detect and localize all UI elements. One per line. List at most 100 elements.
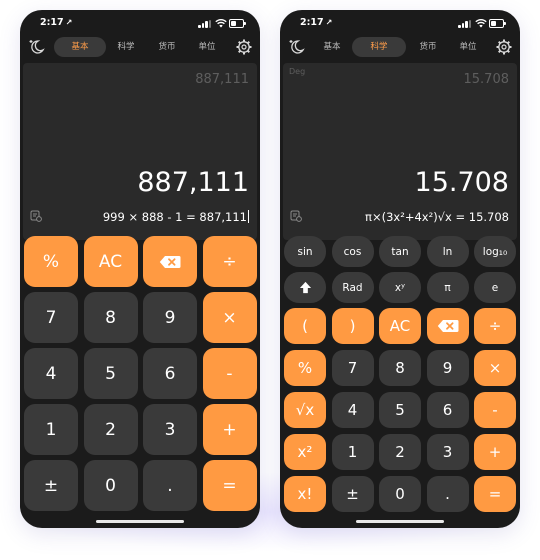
ln-key[interactable]: ln [426, 236, 469, 267]
digit-3-key[interactable]: 3 [426, 434, 469, 470]
digit-0-key[interactable]: 0 [83, 460, 138, 511]
tab-currency[interactable]: 货币 [412, 37, 444, 57]
tab-basic[interactable]: 基本 [316, 37, 348, 57]
theme-toggle-icon[interactable] [287, 37, 307, 57]
plus-key[interactable]: + [474, 434, 516, 470]
divide-key[interactable]: ÷ [474, 308, 516, 344]
status-bar: 2:17 ↗ [280, 17, 520, 31]
sin-key-label: sin [297, 245, 313, 258]
factorial-key-label: x! [297, 485, 313, 503]
all-clear-key[interactable]: AC [83, 236, 138, 287]
equals-key[interactable]: = [474, 476, 516, 512]
digit-9-key[interactable]: 9 [143, 292, 197, 343]
open-paren-key-label: ( [302, 317, 308, 335]
digit-3-key[interactable]: 3 [143, 404, 197, 455]
digit-5-key[interactable]: 5 [379, 392, 421, 428]
digit-1-key[interactable]: 1 [331, 434, 374, 470]
wifi-icon [475, 18, 487, 28]
equals-key-label: = [222, 475, 237, 496]
decimal-key[interactable]: . [426, 476, 469, 512]
sign-toggle-key[interactable]: ± [331, 476, 374, 512]
square-root-key[interactable]: √x [284, 392, 326, 428]
digit-7-key[interactable]: 7 [331, 350, 374, 386]
e-key[interactable]: e [474, 272, 516, 303]
settings-gear-icon[interactable] [494, 37, 514, 57]
equals-key-label: = [488, 485, 502, 503]
tab-basic[interactable]: 基本 [54, 37, 106, 57]
digit-6-key[interactable]: 6 [426, 392, 469, 428]
digit-8-key[interactable]: 8 [379, 350, 421, 386]
expression-line[interactable]: π×(3x²+4x²)√x = 15.708 [365, 210, 509, 224]
rad-key[interactable]: Rad [331, 272, 374, 303]
tab-currency[interactable]: 货币 [151, 37, 183, 57]
open-paren-key[interactable]: ( [284, 308, 326, 344]
battery-icon [229, 19, 246, 28]
factorial-key[interactable]: x! [284, 476, 326, 512]
tab-units[interactable]: 单位 [452, 37, 484, 57]
shift-arrow-icon [299, 281, 311, 294]
expression-line[interactable]: 999 × 888 - 1 = 887,111 [103, 210, 249, 224]
digit-6-key-label: 6 [164, 363, 176, 384]
multiply-key[interactable]: × [474, 350, 516, 386]
previous-result: 15.708 [463, 72, 510, 87]
log10-key[interactable]: log₁₀ [474, 236, 516, 267]
digit-3-key-label: 3 [164, 419, 176, 440]
percent-key-label: % [42, 251, 60, 272]
digit-4-key[interactable]: 4 [24, 348, 78, 399]
tab-scientific[interactable]: 科学 [110, 37, 142, 57]
digit-2-key[interactable]: 2 [379, 434, 421, 470]
plus-key-label: + [488, 443, 502, 461]
digit-0-key[interactable]: 0 [379, 476, 421, 512]
history-icon[interactable] [290, 210, 302, 222]
home-indicator [96, 520, 184, 523]
square-key[interactable]: x² [284, 434, 326, 470]
multiply-key[interactable]: × [202, 292, 257, 343]
percent-key[interactable]: % [284, 350, 326, 386]
settings-gear-icon[interactable] [234, 37, 254, 57]
all-clear-key[interactable]: AC [379, 308, 421, 344]
digit-9-key-label: 9 [442, 359, 453, 377]
tab-scientific[interactable]: 科学 [352, 37, 406, 57]
digit-4-key[interactable]: 4 [331, 392, 374, 428]
status-time: 2:17 ↗ [40, 17, 73, 28]
equals-key[interactable]: = [202, 460, 257, 511]
decimal-key-label: . [445, 485, 450, 503]
percent-key[interactable]: % [24, 236, 78, 287]
digit-7-key-label: 7 [45, 307, 57, 328]
digit-9-key[interactable]: 9 [426, 350, 469, 386]
close-paren-key-label: ) [349, 317, 356, 335]
theme-toggle-icon[interactable] [27, 37, 47, 57]
plus-key[interactable]: + [202, 404, 257, 455]
digit-5-key[interactable]: 5 [83, 348, 138, 399]
shift-key[interactable] [284, 272, 326, 303]
digit-7-key[interactable]: 7 [24, 292, 78, 343]
angle-mode-label: Deg [289, 67, 306, 76]
cos-key-label: cos [343, 245, 362, 258]
digit-8-key-label: 8 [105, 307, 116, 328]
tan-key[interactable]: tan [379, 236, 421, 267]
history-icon[interactable] [30, 210, 42, 222]
backspace-key[interactable] [426, 308, 469, 344]
minus-key[interactable]: - [202, 348, 257, 399]
pi-key[interactable]: π [426, 272, 469, 303]
location-icon: ↗ [65, 18, 73, 27]
minus-key[interactable]: - [474, 392, 516, 428]
tab-units[interactable]: 单位 [191, 37, 223, 57]
sign-toggle-key[interactable]: ± [24, 460, 78, 511]
status-time: 2:17 ↗ [300, 17, 333, 28]
close-paren-key[interactable]: ) [331, 308, 374, 344]
sin-key[interactable]: sin [284, 236, 326, 267]
cos-key[interactable]: cos [331, 236, 374, 267]
divide-key[interactable]: ÷ [202, 236, 257, 287]
power-key[interactable]: xʸ [379, 272, 421, 303]
basic-calculator-screen: 2:17 ↗ 基本 科学 货币 单位 887,111 887,111 999 ×… [20, 10, 260, 528]
digit-5-key-label: 5 [105, 363, 116, 384]
backspace-key[interactable] [143, 236, 197, 287]
multiply-key-label: × [222, 307, 237, 328]
digit-1-key[interactable]: 1 [24, 404, 78, 455]
digit-2-key[interactable]: 2 [83, 404, 138, 455]
decimal-key[interactable]: . [143, 460, 197, 511]
digit-8-key[interactable]: 8 [83, 292, 138, 343]
digit-6-key[interactable]: 6 [143, 348, 197, 399]
digit-4-key-label: 4 [45, 363, 57, 384]
